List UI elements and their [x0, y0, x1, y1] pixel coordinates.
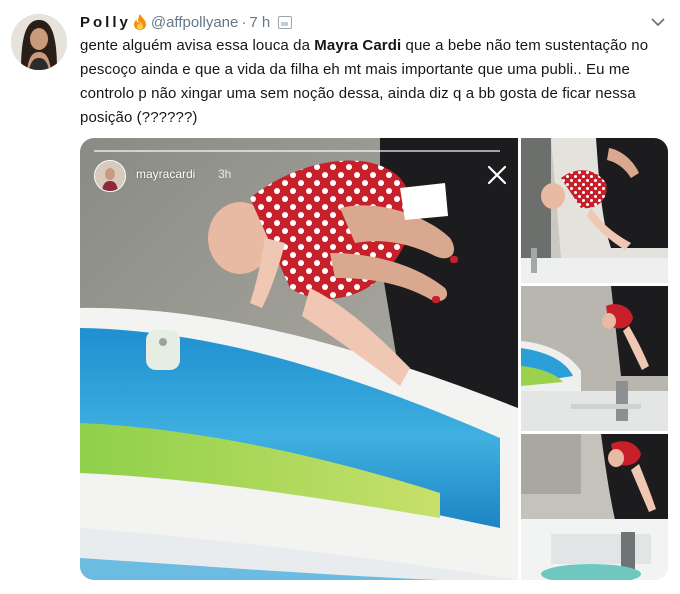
fire-emoji-icon [133, 14, 146, 30]
avatar[interactable] [11, 14, 67, 70]
tweet-text-part: gente alguém avisa essa louca da [80, 37, 315, 54]
handle[interactable]: @affpollyane [151, 14, 239, 31]
media-photo-thumb-1[interactable] [521, 138, 668, 283]
tweet-card: Polly @affpollyane · 7 h gente alguém av… [0, 0, 680, 594]
tweet-text: gente alguém avisa essa louca da Mayra C… [80, 34, 660, 130]
story-avatar [94, 160, 126, 192]
mention-mayra-cardi: Mayra Cardi [314, 37, 402, 54]
media-photo-main[interactable]: mayracardi 3h [80, 138, 518, 580]
tweet-header: Polly @affpollyane · 7 h [80, 11, 293, 33]
media-photo-thumb-3[interactable] [521, 434, 668, 580]
story-time: 3h [218, 167, 232, 181]
display-name[interactable]: Polly [80, 14, 131, 31]
timestamp[interactable]: 7 h [249, 14, 270, 31]
chevron-down-icon[interactable] [650, 14, 666, 30]
close-icon[interactable] [486, 164, 508, 186]
media-icon [278, 15, 293, 29]
separator-dot: · [241, 13, 247, 31]
story-username: mayracardi [136, 167, 196, 181]
media-grid: mayracardi 3h [80, 138, 668, 580]
story-progress-bar [94, 150, 500, 152]
media-photo-thumb-2[interactable] [521, 286, 668, 431]
